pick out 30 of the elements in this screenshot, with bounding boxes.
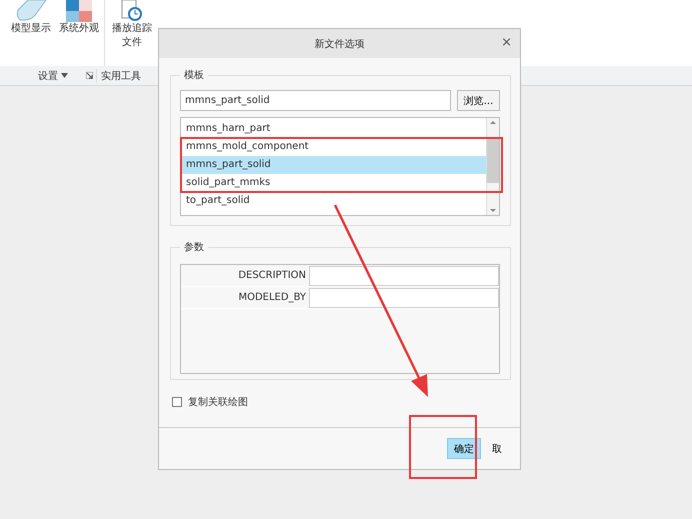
close-button[interactable]: × (501, 35, 512, 50)
template-field[interactable]: mmns_part_solid (180, 90, 451, 111)
parameter-name: DESCRIPTION (237, 270, 307, 281)
caret-icon[interactable] (61, 73, 68, 78)
list-item[interactable]: mmns_harn_part (181, 120, 486, 138)
parameter-value-field[interactable] (309, 266, 499, 286)
list-item[interactable]: to_part_solid (181, 192, 486, 210)
palette-icon (66, 0, 92, 22)
ribbon-button-label[interactable]: 模型显示 (11, 22, 51, 36)
ribbon-button-label[interactable]: 文件 (122, 36, 142, 50)
group-label: 实用工具 (101, 70, 141, 82)
group-legend: 模板 (180, 68, 208, 82)
window-title: 新文件选项 (314, 38, 364, 50)
ok-button[interactable]: 确定 (447, 438, 481, 459)
ribbon-button-label[interactable]: 系统外观 (59, 22, 99, 36)
eraser-icon (14, 0, 48, 22)
list-item[interactable]: solid_part_mmks (181, 174, 486, 192)
group-legend: 参数 (180, 240, 208, 254)
scrollbar[interactable] (486, 118, 499, 215)
highlight-box (409, 415, 477, 479)
list-item[interactable]: mmns_mold_component (181, 138, 486, 156)
group-label: 设置 (38, 70, 58, 82)
checkbox-label[interactable]: 复制关联绘图 (188, 395, 248, 409)
ribbon-button-label[interactable]: 播放追踪 (112, 22, 152, 36)
browse-button[interactable]: 浏览... (457, 90, 500, 111)
parameter-name: MODELED_BY (237, 292, 307, 303)
launcher-icon[interactable] (86, 72, 93, 79)
parameter-value-field[interactable] (309, 288, 499, 308)
checkbox[interactable] (172, 397, 182, 407)
list-item[interactable]: mmns_part_solid (181, 156, 486, 174)
